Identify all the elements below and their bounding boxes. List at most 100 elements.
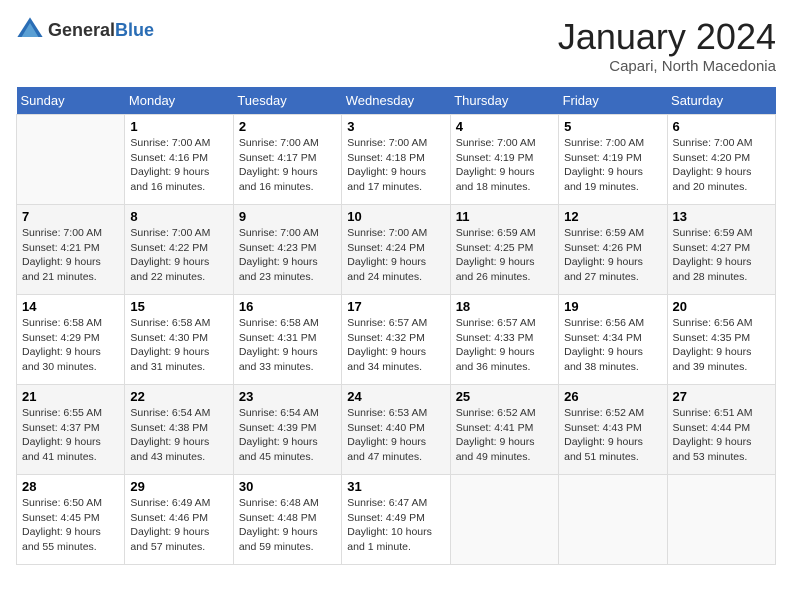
week-row-5: 28 Sunrise: 6:50 AMSunset: 4:45 PMDayligh… [17,475,776,565]
day-info: Sunrise: 7:00 AMSunset: 4:17 PMDaylight:… [239,136,336,195]
day-cell [450,475,558,565]
logo-text-blue: Blue [115,20,154,40]
day-number: 9 [239,209,336,224]
day-cell: 20Sunrise: 6:56 AMSunset: 4:35 PMDayligh… [667,295,775,385]
day-number: 22 [130,389,227,404]
week-row-3: 14 Sunrise: 6:58 AMSunset: 4:29 PMDayligh… [17,295,776,385]
month-title: January 2024 [558,16,776,58]
day-info: Sunrise: 6:54 AMSunset: 4:39 PMDaylight:… [239,406,336,465]
header-cell-tuesday: Tuesday [233,87,341,115]
day-cell: 29Sunrise: 6:49 AMSunset: 4:46 PMDayligh… [125,475,233,565]
day-info: Sunrise: 7:00 AMSunset: 4:20 PMDaylight:… [673,136,770,195]
day-info: Sunrise: 6:47 AMSunset: 4:49 PMDaylight:… [347,496,444,555]
day-cell: 10Sunrise: 7:00 AMSunset: 4:24 PMDayligh… [342,205,450,295]
day-info: Sunrise: 7:00 AMSunset: 4:23 PMDaylight:… [239,226,336,285]
day-cell [559,475,667,565]
day-number: 2 [239,119,336,134]
week-row-2: 7Sunrise: 7:00 AMSunset: 4:21 PMDaylight… [17,205,776,295]
day-number: 28 [22,479,119,494]
day-number: 5 [564,119,661,134]
day-cell: 31 Sunrise: 6:47 AMSunset: 4:49 PMDayligh… [342,475,450,565]
day-number: 24 [347,389,444,404]
day-cell: 17 Sunrise: 6:57 AMSunset: 4:32 PMDayligh… [342,295,450,385]
day-cell: 6 Sunrise: 7:00 AMSunset: 4:20 PMDaylight… [667,115,775,205]
day-number: 25 [456,389,553,404]
day-number: 10 [347,209,444,224]
calendar-body: 1Sunrise: 7:00 AMSunset: 4:16 PMDaylight… [17,115,776,565]
day-number: 13 [673,209,770,224]
day-cell: 22 Sunrise: 6:54 AMSunset: 4:38 PMDayligh… [125,385,233,475]
day-cell: 2 Sunrise: 7:00 AMSunset: 4:17 PMDaylight… [233,115,341,205]
day-cell: 26 Sunrise: 6:52 AMSunset: 4:43 PMDayligh… [559,385,667,475]
day-info: Sunrise: 6:57 AMSunset: 4:32 PMDaylight:… [347,316,444,375]
day-cell: 24 Sunrise: 6:53 AMSunset: 4:40 PMDayligh… [342,385,450,475]
day-number: 19 [564,299,661,314]
day-info: Sunrise: 6:51 AMSunset: 4:44 PMDaylight:… [673,406,770,465]
day-info: Sunrise: 7:00 AMSunset: 4:22 PMDaylight:… [130,226,227,285]
day-info: Sunrise: 6:59 AMSunset: 4:25 PMDaylight:… [456,226,553,285]
calendar-header: SundayMondayTuesdayWednesdayThursdayFrid… [17,87,776,115]
header: GeneralBlue January 2024 Capari, North M… [16,16,776,75]
logo-icon [16,16,44,44]
day-number: 16 [239,299,336,314]
header-cell-friday: Friday [559,87,667,115]
day-cell: 21Sunrise: 6:55 AMSunset: 4:37 PMDayligh… [17,385,125,475]
day-cell: 18 Sunrise: 6:57 AMSunset: 4:33 PMDayligh… [450,295,558,385]
day-number: 3 [347,119,444,134]
day-info: Sunrise: 6:53 AMSunset: 4:40 PMDaylight:… [347,406,444,465]
day-number: 21 [22,389,119,404]
day-cell: 7Sunrise: 7:00 AMSunset: 4:21 PMDaylight… [17,205,125,295]
day-cell: 15 Sunrise: 6:58 AMSunset: 4:30 PMDayligh… [125,295,233,385]
logo: GeneralBlue [16,16,154,44]
day-cell: 9 Sunrise: 7:00 AMSunset: 4:23 PMDaylight… [233,205,341,295]
day-cell: 23Sunrise: 6:54 AMSunset: 4:39 PMDayligh… [233,385,341,475]
day-number: 30 [239,479,336,494]
week-row-4: 21Sunrise: 6:55 AMSunset: 4:37 PMDayligh… [17,385,776,475]
day-info: Sunrise: 6:56 AMSunset: 4:35 PMDaylight:… [673,316,770,375]
day-cell: 1Sunrise: 7:00 AMSunset: 4:16 PMDaylight… [125,115,233,205]
day-info: Sunrise: 6:48 AMSunset: 4:48 PMDaylight:… [239,496,336,555]
day-number: 14 [22,299,119,314]
day-cell: 13 Sunrise: 6:59 AMSunset: 4:27 PMDayligh… [667,205,775,295]
header-cell-thursday: Thursday [450,87,558,115]
day-info: Sunrise: 7:00 AMSunset: 4:19 PMDaylight:… [456,136,553,195]
day-number: 8 [130,209,227,224]
header-cell-saturday: Saturday [667,87,775,115]
day-info: Sunrise: 6:58 AMSunset: 4:29 PMDaylight:… [22,316,119,375]
header-cell-wednesday: Wednesday [342,87,450,115]
day-info: Sunrise: 6:52 AMSunset: 4:43 PMDaylight:… [564,406,661,465]
day-info: Sunrise: 6:52 AMSunset: 4:41 PMDaylight:… [456,406,553,465]
day-cell: 4 Sunrise: 7:00 AMSunset: 4:19 PMDaylight… [450,115,558,205]
day-number: 11 [456,209,553,224]
day-info: Sunrise: 6:59 AMSunset: 4:27 PMDaylight:… [673,226,770,285]
calendar-table: SundayMondayTuesdayWednesdayThursdayFrid… [16,87,776,565]
day-cell [667,475,775,565]
day-number: 15 [130,299,227,314]
day-number: 31 [347,479,444,494]
day-number: 4 [456,119,553,134]
day-cell: 28 Sunrise: 6:50 AMSunset: 4:45 PMDayligh… [17,475,125,565]
header-cell-monday: Monday [125,87,233,115]
day-info: Sunrise: 6:57 AMSunset: 4:33 PMDaylight:… [456,316,553,375]
day-info: Sunrise: 6:54 AMSunset: 4:38 PMDaylight:… [130,406,227,465]
day-cell: 14 Sunrise: 6:58 AMSunset: 4:29 PMDayligh… [17,295,125,385]
day-number: 17 [347,299,444,314]
location-subtitle: Capari, North Macedonia [558,58,776,75]
week-row-1: 1Sunrise: 7:00 AMSunset: 4:16 PMDaylight… [17,115,776,205]
day-info: Sunrise: 6:58 AMSunset: 4:30 PMDaylight:… [130,316,227,375]
header-row: SundayMondayTuesdayWednesdayThursdayFrid… [17,87,776,115]
day-cell: 30 Sunrise: 6:48 AMSunset: 4:48 PMDayligh… [233,475,341,565]
day-cell [17,115,125,205]
day-number: 6 [673,119,770,134]
day-cell: 11 Sunrise: 6:59 AMSunset: 4:25 PMDayligh… [450,205,558,295]
day-number: 12 [564,209,661,224]
day-number: 18 [456,299,553,314]
title-area: January 2024 Capari, North Macedonia [558,16,776,75]
day-info: Sunrise: 6:59 AMSunset: 4:26 PMDaylight:… [564,226,661,285]
day-info: Sunrise: 6:49 AMSunset: 4:46 PMDaylight:… [130,496,227,555]
day-number: 26 [564,389,661,404]
day-info: Sunrise: 6:50 AMSunset: 4:45 PMDaylight:… [22,496,119,555]
header-cell-sunday: Sunday [17,87,125,115]
day-cell: 19Sunrise: 6:56 AMSunset: 4:34 PMDayligh… [559,295,667,385]
day-info: Sunrise: 7:00 AMSunset: 4:19 PMDaylight:… [564,136,661,195]
